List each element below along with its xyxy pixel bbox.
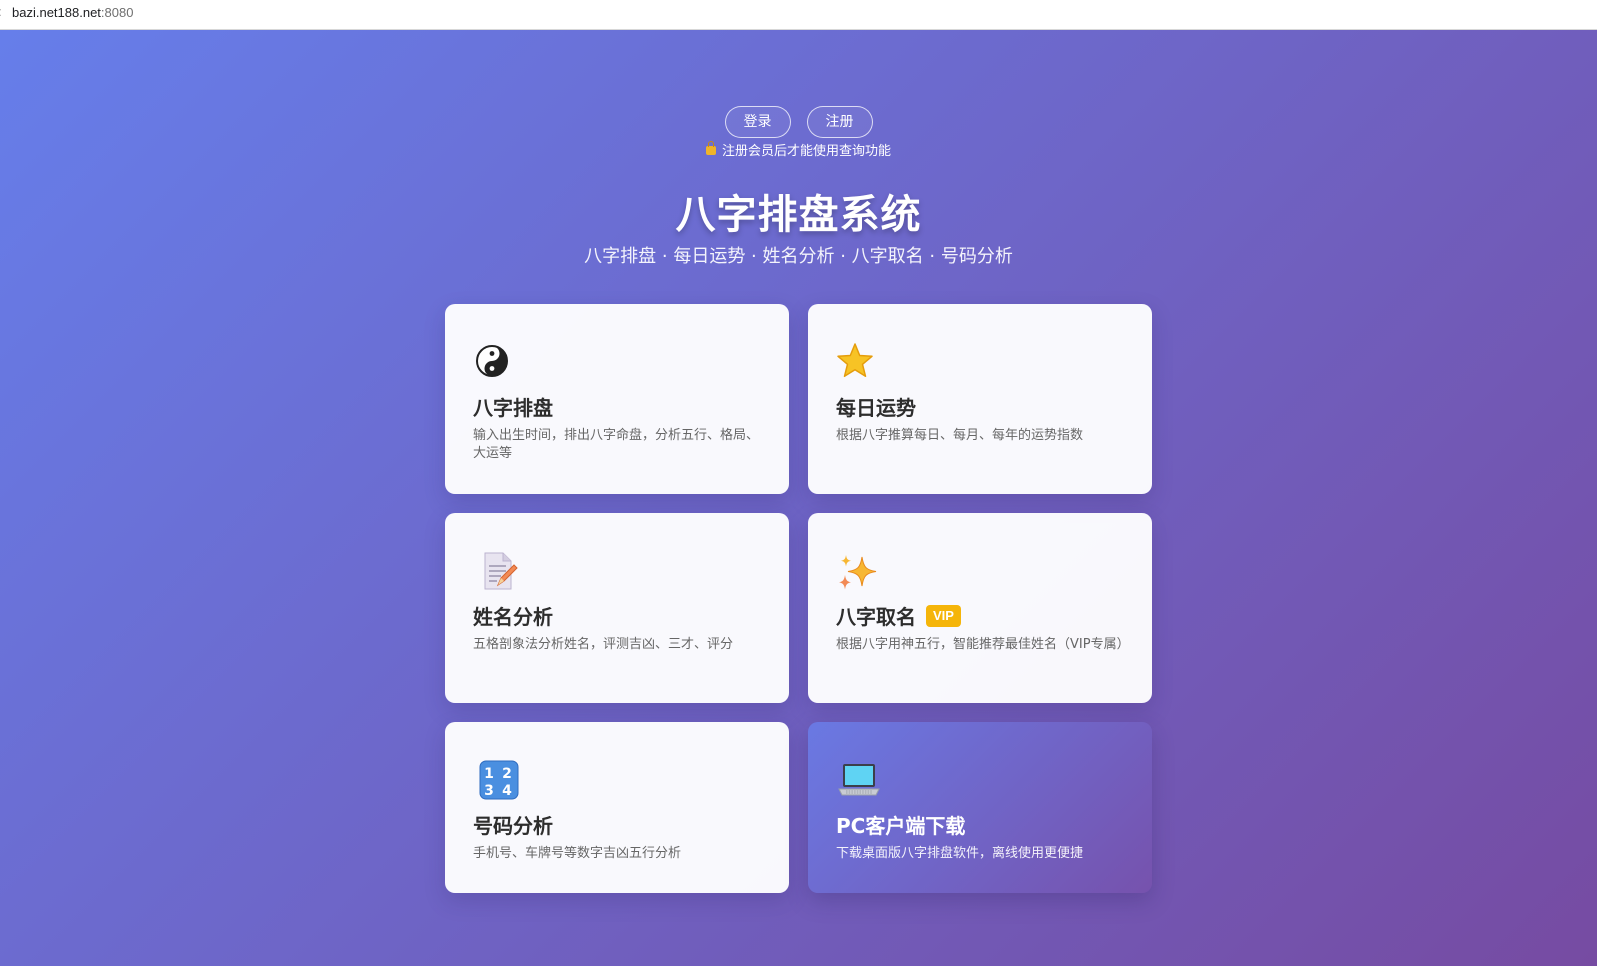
card-title-text: 八字取名 (836, 605, 916, 629)
url-text[interactable]: bazi.net188.net:8080 (12, 5, 133, 20)
card-number-analysis[interactable]: 1 2 3 4 号码分析 手机号、车牌号等数字吉凶五行分析 (445, 722, 789, 893)
member-notice: 注册会员后才能使用查询功能 (0, 140, 1597, 159)
star-icon (837, 343, 873, 378)
numbers-icon: 1 2 3 4 (475, 760, 519, 800)
svg-text:3: 3 (484, 783, 494, 799)
svg-text:2: 2 (502, 766, 512, 782)
url-port: :8080 (100, 5, 134, 20)
card-bazi-naming[interactable]: 八字取名 VIP 根据八字用神五行，智能推荐最佳姓名（VIP专属） (808, 513, 1152, 703)
feature-grid: 八字排盘 输入出生时间，排出八字命盘，分析五行、格局、大运等 每日运势 根据八字… (445, 304, 1152, 893)
laptop-icon (838, 762, 880, 796)
card-title: 八字排盘 (473, 396, 553, 420)
page-title: 八字排盘系统 (675, 192, 922, 238)
card-description: 手机号、车牌号等数字吉凶五行分析 (473, 846, 682, 861)
card-description: 根据八字用神五行，智能推荐最佳姓名（VIP专属） (836, 637, 1130, 652)
member-notice-text: 注册会员后才能使用查询功能 (721, 144, 891, 159)
page-subtitle: 八字排盘 · 每日运势 · 姓名分析 · 八字取名 · 号码分析 (584, 246, 1013, 267)
page-background: 登录 注册 注册会员后才能使用查询功能 八字排盘系统 八字排盘 · 每日运势 ·… (0, 30, 1597, 966)
address-bar-edge: : (0, 4, 2, 19)
card-title: 姓名分析 (473, 605, 553, 629)
browser-address-bar[interactable]: : bazi.net188.net:8080 (0, 0, 1597, 30)
register-button[interactable]: 注册 (806, 106, 873, 138)
card-description: 五格剖象法分析姓名，评测吉凶、三才、评分 (473, 637, 734, 652)
card-description: 根据八字推算每日、每月、每年的运势指数 (836, 428, 1084, 443)
card-description: 输入出生时间，排出八字命盘，分析五行、格局、大运等 (473, 428, 760, 461)
login-button[interactable]: 登录 (724, 106, 791, 138)
vip-badge: VIP (926, 604, 961, 627)
card-title: 号码分析 (473, 814, 553, 838)
card-daily-fortune[interactable]: 每日运势 根据八字推算每日、每月、每年的运势指数 (808, 304, 1152, 494)
card-pc-download[interactable]: PC客户端下载 下载桌面版八字排盘软件，离线使用更便捷 (808, 722, 1152, 893)
url-host: bazi.net188.net (12, 5, 101, 20)
card-title: PC客户端下载 (836, 814, 966, 838)
memo-pencil-icon (475, 552, 518, 590)
card-title: 每日运势 (836, 396, 916, 420)
yin-yang-icon (475, 344, 509, 378)
lock-icon (705, 141, 716, 155)
svg-text:4: 4 (502, 783, 512, 799)
card-name-analysis[interactable]: 姓名分析 五格剖象法分析姓名，评测吉凶、三才、评分 (445, 513, 789, 703)
card-bazi-paipan[interactable]: 八字排盘 输入出生时间，排出八字命盘，分析五行、格局、大运等 (445, 304, 789, 494)
sparkles-icon (838, 553, 877, 590)
auth-buttons: 登录 注册 (0, 106, 1597, 138)
svg-text:1: 1 (484, 766, 494, 782)
card-title: 八字取名 VIP (836, 601, 1124, 630)
card-description: 下载桌面版八字排盘软件，离线使用更便捷 (836, 846, 1084, 861)
